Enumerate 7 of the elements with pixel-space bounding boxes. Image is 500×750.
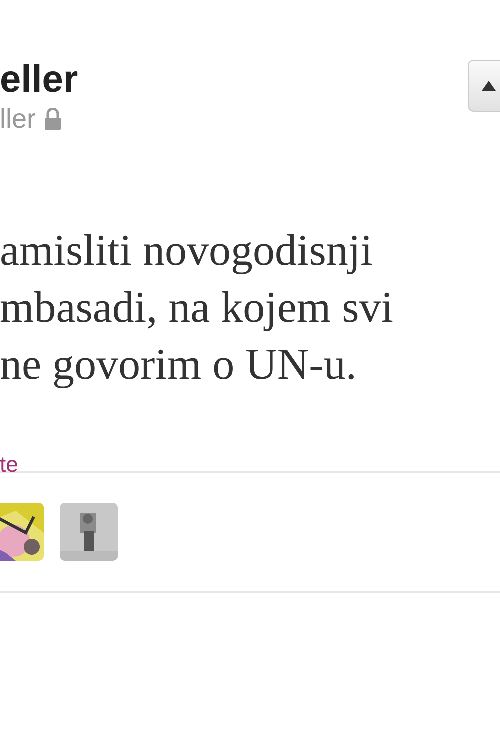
user-handle: ller — [0, 103, 36, 136]
tweet-text-line: amisliti novogodisnji — [0, 225, 373, 277]
tweet-text-line: mbasadi, na kojem svi — [0, 282, 394, 334]
action-link[interactable]: te — [0, 448, 18, 481]
user-name[interactable]: eller — [0, 58, 78, 102]
action-button[interactable] — [468, 60, 500, 112]
tweet-text-line: ne govorim o UN-u. — [0, 339, 357, 391]
